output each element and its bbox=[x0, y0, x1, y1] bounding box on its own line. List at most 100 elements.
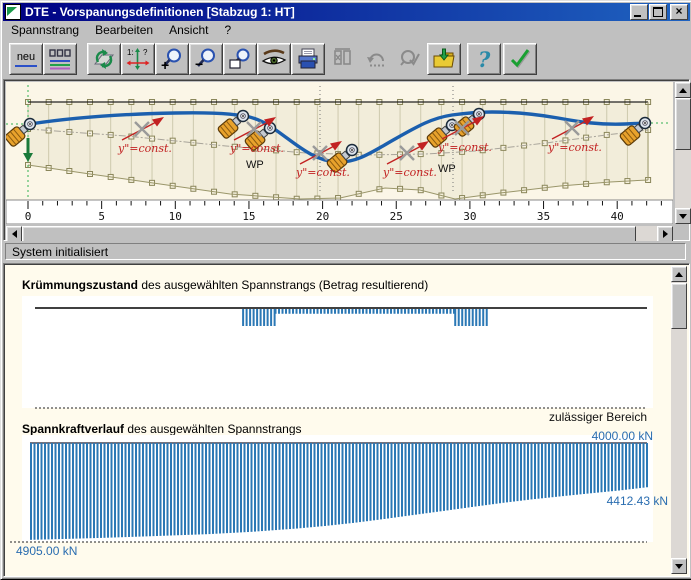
force-bars-part bbox=[604, 443, 606, 492]
maximize-button[interactable] bbox=[649, 4, 667, 20]
force-bars-part bbox=[125, 443, 127, 537]
curvature-bars-part bbox=[362, 309, 364, 314]
force-bars-part bbox=[62, 443, 64, 539]
apply-folder-button[interactable] bbox=[427, 43, 461, 75]
view-eye-icon-part bbox=[264, 51, 284, 54]
vscroll-thumb[interactable] bbox=[671, 283, 687, 329]
minimize-button[interactable] bbox=[630, 4, 648, 20]
scroll-down-button[interactable] bbox=[675, 208, 691, 224]
scroll-up-button[interactable] bbox=[675, 82, 691, 98]
force-bars-part bbox=[128, 443, 130, 537]
scale-axes-button[interactable]: 1: ? bbox=[121, 43, 155, 75]
curvature-heading-rest: des ausgewählten Spannstrangs (Betrag re… bbox=[138, 278, 428, 292]
force-bars-part bbox=[226, 443, 228, 533]
force-bars-part bbox=[191, 443, 193, 535]
curvature-bars-part bbox=[292, 309, 294, 314]
force-bars-part bbox=[534, 443, 536, 499]
vscroll-thumb[interactable] bbox=[675, 98, 691, 150]
force-bars-part bbox=[342, 443, 344, 524]
redraw-button[interactable] bbox=[87, 43, 121, 75]
force-bars-part bbox=[55, 443, 57, 539]
curvature-bars-part bbox=[296, 309, 298, 314]
ok-check-button[interactable] bbox=[503, 43, 537, 75]
zoom-in-button[interactable]: + bbox=[155, 43, 189, 75]
force-bars-part bbox=[548, 443, 550, 498]
new-strand-button[interactable]: neu bbox=[9, 43, 43, 75]
close-button[interactable]: × bbox=[670, 4, 688, 20]
zoom-window-button[interactable] bbox=[223, 43, 257, 75]
view-eye-button[interactable] bbox=[257, 43, 291, 75]
force-bars-part bbox=[279, 443, 281, 530]
force-bars-part bbox=[121, 443, 123, 537]
curvature-bars-part bbox=[289, 309, 291, 314]
scroll-down-button[interactable] bbox=[671, 558, 687, 574]
scale-axes-icon: 1: ? bbox=[126, 47, 150, 71]
force-bars-part bbox=[422, 443, 424, 514]
tendon-drawing-area: y"=const. y"=const. y"=const. y"=const. … bbox=[3, 79, 690, 241]
print-button[interactable] bbox=[291, 43, 325, 75]
wp-label: WP bbox=[438, 163, 456, 175]
scale-axes-icon-part: ? bbox=[143, 48, 148, 57]
curvature-bars-part bbox=[320, 309, 322, 314]
menu-bearbeiten[interactable]: Bearbeiten bbox=[87, 22, 161, 38]
curvature-bars-part bbox=[282, 309, 284, 314]
title-bar[interactable]: DTE - Vorspanungsdefinitionen [Stabzug 1… bbox=[3, 3, 690, 21]
force-end-label: 4412.43 kN bbox=[607, 494, 668, 508]
zoom-out-button[interactable]: − bbox=[189, 43, 223, 75]
force-bars-part bbox=[646, 443, 648, 487]
curvature-bars-part bbox=[411, 309, 413, 314]
strand-list-icon bbox=[48, 47, 72, 71]
scroll-up-button[interactable] bbox=[671, 266, 687, 282]
scroll-right-button[interactable] bbox=[657, 226, 673, 242]
force-bars-part bbox=[611, 443, 613, 491]
undo-path-icon-part bbox=[370, 65, 372, 67]
annotation-label: y"=const. bbox=[295, 166, 350, 179]
curvature-bars-part bbox=[324, 309, 326, 314]
force-bars-part bbox=[639, 443, 641, 488]
curvature-bars-part bbox=[345, 309, 347, 314]
undo-path-icon-part bbox=[378, 65, 380, 67]
curvature-bars-part bbox=[317, 309, 319, 314]
force-bars-part bbox=[100, 443, 102, 538]
strand-list-button[interactable] bbox=[43, 43, 77, 75]
menu-ansicht[interactable]: Ansicht bbox=[161, 22, 216, 38]
force-bars-part bbox=[394, 443, 396, 518]
tendon-drawing[interactable]: y"=const. y"=const. y"=const. y"=const. … bbox=[6, 82, 673, 224]
force-bars-part bbox=[163, 443, 165, 536]
menu-spannstrang[interactable]: Spannstrang bbox=[3, 22, 87, 38]
drawing-vscrollbar[interactable] bbox=[675, 82, 691, 224]
menu-help[interactable]: ? bbox=[216, 22, 239, 38]
force-bars-part bbox=[454, 443, 456, 509]
undo-path-icon-part bbox=[374, 65, 376, 67]
scale-axes-icon-part bbox=[127, 61, 131, 66]
force-bars-part bbox=[195, 443, 197, 535]
curvature-bars-part bbox=[425, 309, 427, 314]
curvature-bars-part bbox=[249, 309, 251, 326]
curvature-bars-part bbox=[458, 309, 460, 326]
undo-path-icon-part bbox=[382, 65, 384, 67]
force-bars-part bbox=[317, 443, 319, 527]
axis-top-label: 4000.00 kN bbox=[592, 431, 653, 443]
ruler-ticks-part: 40 bbox=[611, 210, 624, 223]
ruler-ticks-part: 25 bbox=[390, 210, 403, 223]
help-button[interactable]: ? bbox=[467, 43, 501, 75]
force-bars-part bbox=[566, 443, 568, 496]
force-bars-part bbox=[580, 443, 582, 494]
curvature-bars-part bbox=[331, 309, 333, 314]
panel-vscrollbar[interactable] bbox=[671, 266, 687, 574]
force-bars-part bbox=[492, 443, 494, 504]
force-bars-part bbox=[447, 443, 449, 510]
force-bars-part bbox=[594, 443, 596, 493]
curvature-bars-part bbox=[270, 309, 272, 326]
force-bars-part bbox=[426, 443, 428, 513]
curvature-bars-part bbox=[285, 309, 287, 314]
drawing-hscrollbar[interactable] bbox=[6, 226, 673, 242]
hscroll-thumb[interactable] bbox=[22, 226, 636, 242]
force-bars-part bbox=[97, 443, 99, 538]
scroll-left-button[interactable] bbox=[6, 226, 22, 242]
menu-bar: Spannstrang Bearbeiten Ansicht ? bbox=[3, 21, 690, 39]
annotation-label: y"=const. bbox=[229, 142, 284, 155]
force-bars-part bbox=[478, 443, 480, 506]
force-bars-part bbox=[373, 443, 375, 520]
force-bars-part bbox=[531, 443, 533, 499]
